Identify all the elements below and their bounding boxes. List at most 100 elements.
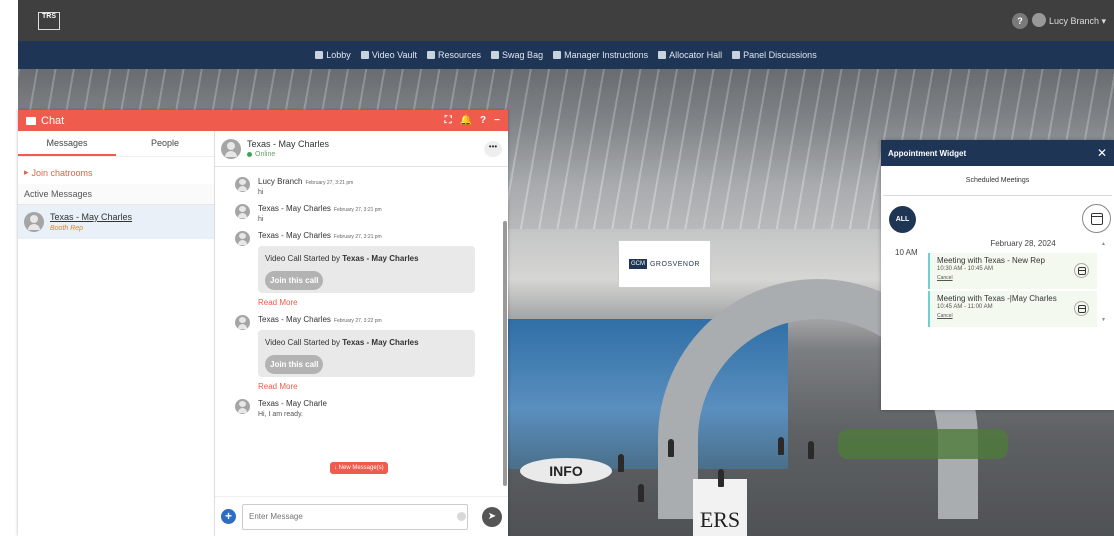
avatar-person: [778, 437, 784, 455]
conversation-header: Texas - May Charles Online •••: [215, 131, 508, 167]
message-time: February 27, 3:21 pm: [333, 234, 382, 240]
appointment-date: February 28, 2024: [990, 239, 1056, 248]
main-nav: Lobby Video Vault Resources Swag Bag Man…: [18, 41, 1114, 69]
speaker-icon: ▸: [24, 167, 29, 177]
expand-icon[interactable]: ⛶: [445, 115, 452, 126]
info-desk[interactable]: INFO: [520, 458, 612, 484]
download-icon: [553, 51, 562, 59]
avatar: [221, 138, 241, 159]
nav-item-allocator-hall[interactable]: Allocator Hall: [658, 50, 722, 60]
status-badge: Online: [247, 151, 329, 158]
calendar-button[interactable]: [1082, 204, 1111, 233]
message-composer: + ➤: [215, 496, 508, 536]
video-call-card: Video Call Started by Texas - May Charle…: [258, 246, 475, 293]
read-more-link[interactable]: Read More: [258, 382, 484, 391]
list-icon: [732, 51, 741, 59]
message-item: Texas - May Charle Hi, I am ready.: [235, 399, 484, 418]
more-options-button[interactable]: •••: [484, 140, 502, 157]
emoji-icon[interactable]: [457, 512, 466, 521]
scheduled-meetings-label: Scheduled Meetings: [883, 166, 1112, 196]
active-messages-label: Active Messages: [18, 184, 214, 205]
add-attachment-button[interactable]: +: [221, 509, 236, 524]
message-item: Texas - May Charles February 27, 3:22 pm …: [235, 315, 484, 377]
meeting-time: 10:30 AM - 10:45 AM: [937, 266, 994, 272]
avatar: [24, 212, 44, 232]
avatar: [235, 315, 250, 330]
send-button[interactable]: ➤: [482, 506, 502, 527]
message-item: Texas - May Charles February 27, 3:21 pm …: [235, 204, 484, 223]
message-input[interactable]: [242, 503, 468, 530]
meeting-title: Meeting with Texas -|May Charles: [937, 294, 1057, 303]
avatar: [235, 204, 250, 219]
bell-icon[interactable]: 🔔: [460, 115, 472, 126]
conversation-title: Texas - May Charles: [247, 139, 330, 149]
building-icon: [658, 51, 667, 59]
message-time: February 27, 3:21 pm: [333, 207, 382, 213]
booth-sign-logo: GCM: [628, 259, 647, 269]
scroll-up-icon[interactable]: ▲: [1101, 241, 1106, 247]
tab-messages[interactable]: Messages: [18, 131, 116, 156]
avatar: [235, 231, 250, 246]
ers-sign: ERS: [693, 479, 747, 536]
minimize-icon[interactable]: −: [494, 115, 500, 126]
appointment-header: Appointment Widget ✕: [881, 140, 1114, 166]
join-call-button[interactable]: Join this call: [265, 271, 324, 290]
message-author: Texas - May Charles: [258, 231, 331, 240]
online-dot-icon: [247, 152, 252, 157]
appointment-title: Appointment Widget: [888, 148, 967, 158]
tab-people[interactable]: People: [116, 131, 214, 156]
nav-item-resources[interactable]: Resources: [427, 50, 481, 60]
message-time: February 27, 3:21 pm: [305, 180, 354, 186]
help-button[interactable]: ?: [1012, 13, 1028, 29]
nav-item-video-vault[interactable]: Video Vault: [360, 50, 417, 60]
message-text: hi: [258, 189, 264, 196]
calendar-icon: [1090, 212, 1103, 225]
active-conversation-item[interactable]: Texas - May Charles Booth Rep: [18, 205, 214, 239]
add-to-calendar-button[interactable]: [1074, 263, 1089, 278]
all-filter-button[interactable]: ALL: [889, 206, 916, 233]
folder-icon: [427, 51, 436, 59]
add-to-calendar-button[interactable]: [1074, 301, 1089, 316]
chat-bubble-icon: [26, 116, 36, 125]
message-scrollbar[interactable]: [503, 221, 507, 486]
meeting-item[interactable]: Meeting with Texas - New Rep 10:30 AM - …: [928, 253, 1097, 289]
new-messages-button[interactable]: ↓ New Message(s): [330, 462, 388, 474]
planter: [838, 429, 1008, 459]
meeting-item[interactable]: Meeting with Texas -|May Charles 10:45 A…: [928, 291, 1097, 327]
conversation-pane: Texas - May Charles Online ••• Lucy Bran…: [215, 131, 508, 536]
call-title: Video Call Started by Texas - May Charle…: [265, 254, 419, 263]
message-author: Texas - May Charle: [258, 399, 327, 408]
conversation-name: Texas - May Charles: [50, 212, 133, 222]
read-more-link[interactable]: Read More: [258, 298, 484, 307]
nav-item-swag-bag[interactable]: Swag Bag: [491, 50, 543, 60]
call-title: Video Call Started by Texas - May Charle…: [265, 338, 419, 347]
booth-sign[interactable]: GCM GROSVENOR: [618, 240, 711, 288]
chat-sidebar: Messages People ▸ Join chatrooms Active …: [18, 131, 215, 536]
message-item: Texas - May Charles February 27, 3:21 pm …: [235, 231, 484, 293]
video-call-card: Video Call Started by Texas - May Charle…: [258, 330, 475, 377]
nav-item-lobby[interactable]: Lobby: [315, 50, 351, 60]
message-author: Lucy Branch: [258, 177, 303, 186]
join-chatrooms-link[interactable]: ▸ Join chatrooms: [18, 157, 214, 184]
cancel-meeting-link[interactable]: Cancel: [937, 313, 1090, 319]
message-item: Lucy Branch February 27, 3:21 pm hi: [235, 177, 484, 196]
scroll-down-icon[interactable]: ▼: [1101, 317, 1106, 323]
calendar-icon: [1077, 266, 1086, 275]
avatar-person: [618, 454, 624, 472]
help-icon[interactable]: ?: [480, 115, 486, 126]
close-icon[interactable]: ✕: [1097, 146, 1107, 160]
nav-item-manager-instructions[interactable]: Manager Instructions: [553, 50, 648, 60]
meeting-title: Meeting with Texas - New Rep: [937, 256, 1045, 265]
avatar: [235, 399, 250, 414]
site-logo[interactable]: TRS: [38, 12, 60, 30]
booth-sign-text: GROSVENOR: [649, 260, 700, 268]
user-menu[interactable]: Lucy Branch ▾: [1049, 16, 1106, 27]
cancel-meeting-link[interactable]: Cancel: [937, 275, 1090, 281]
nav-item-panel-discussions[interactable]: Panel Discussions: [732, 50, 817, 60]
message-author: Texas - May Charles: [258, 204, 331, 213]
video-icon: [360, 51, 369, 59]
chat-panel: Chat ⛶ 🔔 ? − Messages People ▸ Join chat…: [18, 110, 508, 536]
message-list[interactable]: Lucy Branch February 27, 3:21 pm hi Texas…: [215, 169, 502, 491]
join-call-button[interactable]: Join this call: [265, 355, 324, 374]
avatar[interactable]: [1032, 13, 1046, 27]
